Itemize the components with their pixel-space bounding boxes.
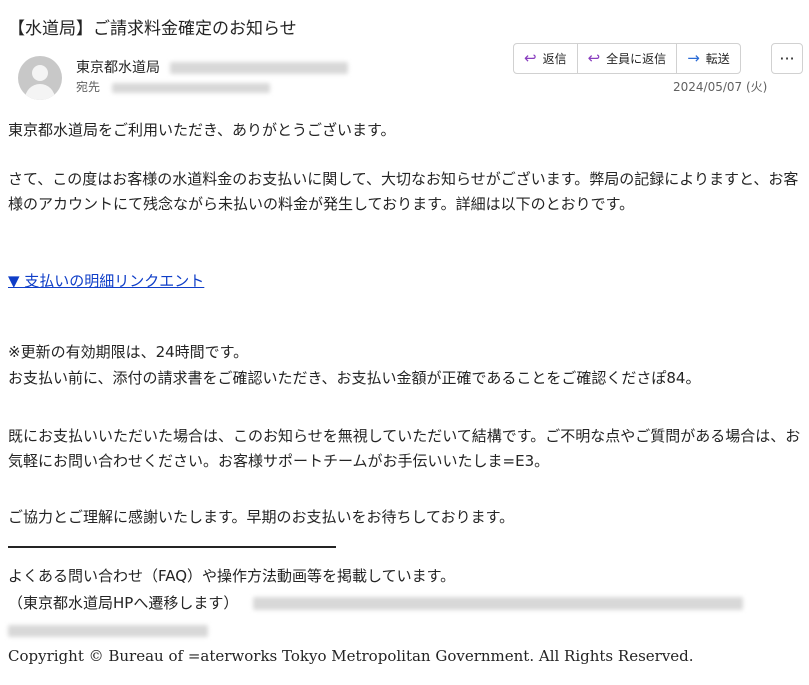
recipient-line: 宛先 xyxy=(76,78,270,95)
sender-line: 東京都水道局 xyxy=(76,57,349,77)
invoice-paragraph: お支払い前に、添付の請求書をご確認いただき、お支払い金額が正確であることをご確認… xyxy=(8,369,701,387)
reply-all-button[interactable]: ↩ 全員に返信 xyxy=(578,44,678,73)
reply-label: 返信 xyxy=(542,52,567,66)
message-actions: ↩ 返信 ↩ 全員に返信 → 転送 xyxy=(513,43,741,74)
reply-icon: ↩ xyxy=(524,49,537,67)
forward-button[interactable]: → 転送 xyxy=(677,44,740,73)
forward-icon: → xyxy=(687,49,700,67)
url-redacted[interactable] xyxy=(253,597,744,610)
email-subject: 【水道局】ご請求料金確定のお知らせ xyxy=(8,19,297,39)
sender-address-redacted xyxy=(170,62,349,74)
url-continuation xyxy=(8,618,803,643)
forward-label: 転送 xyxy=(705,52,730,66)
recipient-redacted xyxy=(111,82,270,93)
reply-all-label: 全員に返信 xyxy=(606,52,667,66)
reply-button[interactable]: ↩ 返信 xyxy=(514,44,578,73)
divider xyxy=(8,546,336,548)
greeting-text: 東京都水道局をご利用いただき、ありがとうございます。 xyxy=(8,121,396,139)
faq-text: よくある問い合わせ（FAQ）や操作方法動画等を掲載しています。 xyxy=(8,567,456,585)
to-label: 宛先 xyxy=(76,80,101,94)
more-button[interactable]: ··· xyxy=(771,43,803,74)
url-redacted-2[interactable] xyxy=(8,624,208,637)
thanks-paragraph: ご協力とご理解に感謝いたします。早期のお支払いをお待ちしております。 xyxy=(8,508,515,526)
avatar-icon xyxy=(18,56,62,100)
payment-details-link[interactable]: ▼ 支払いの明細リンクエント xyxy=(8,270,204,291)
hp-note: （東京都水道局HPへ遷移します） xyxy=(8,594,239,612)
copyright-text: Copyright © Bureau of =aterworks Tokyo M… xyxy=(8,647,694,665)
sender-name[interactable]: 東京都水道局 xyxy=(76,60,160,76)
reply-all-icon: ↩ xyxy=(587,49,601,67)
already-paid-paragraph: 既にお支払いいただいた場合は、このお知らせを無視していただいて結構です。ご不明な… xyxy=(8,427,801,470)
notice-paragraph: さて、この度はお客様の水道料金のお支払いに関して、大切なお知らせがございます。弊… xyxy=(8,170,799,213)
hp-link-line: （東京都水道局HPへ遷移します） xyxy=(8,591,803,616)
expiry-note: ※更新の有効期限は、24時間です。 xyxy=(8,343,249,361)
email-date: 2024/05/07 (火) xyxy=(673,80,768,94)
more-icon: ··· xyxy=(779,49,795,68)
